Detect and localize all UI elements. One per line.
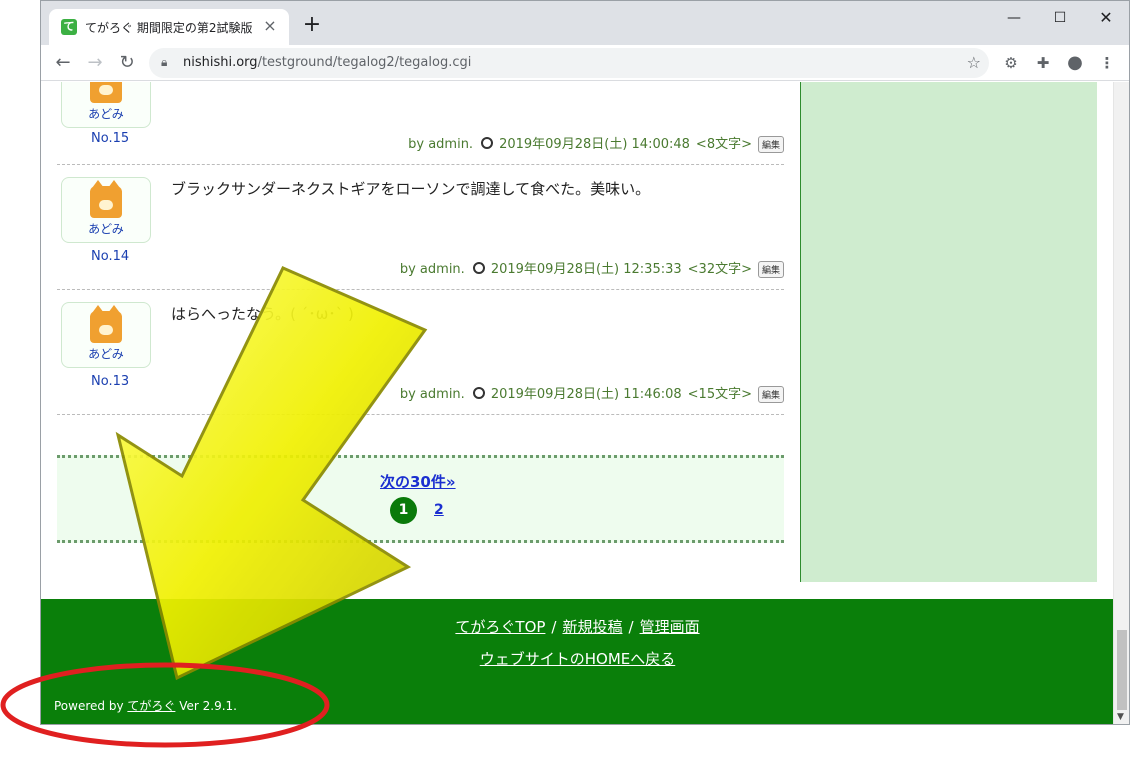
- avatar-name: あどみ: [88, 222, 124, 236]
- url-text: nishishi.org/testground/tegalog2/tegalog…: [183, 55, 471, 70]
- footer-link-new-post[interactable]: 新規投稿: [562, 618, 622, 636]
- browser-window: て てがろぐ 期間限定の第2試験版 × + — ☐ ✕ ← → ↻ 🔒︎ nis…: [40, 0, 1130, 725]
- scrollbar[interactable]: ▼: [1113, 82, 1129, 724]
- tab-title: てがろぐ 期間限定の第2試験版: [85, 21, 253, 35]
- avatar[interactable]: あどみ: [61, 177, 151, 243]
- footer-links: てがろぐTOP / 新規投稿 / 管理画面: [41, 616, 1114, 637]
- powered-by: Powered by てがろぐ Ver 2.9.1.: [54, 697, 237, 714]
- profile-icon[interactable]: ●: [1063, 51, 1087, 75]
- powered-prefix: Powered by: [54, 699, 124, 713]
- char-count: <8文字>: [695, 137, 752, 152]
- cat-avatar-icon: [90, 305, 122, 343]
- post-author[interactable]: by admin.: [408, 137, 473, 152]
- cat-avatar-icon: [90, 180, 122, 218]
- cat-avatar-icon: [90, 82, 122, 103]
- next-page-link[interactable]: 次の30件»: [380, 471, 456, 492]
- post-meta: by admin. 2019年09月28日(土) 12:35:33 <32文字> 編集: [400, 258, 784, 278]
- favicon-icon: て: [61, 19, 77, 35]
- footer-link-top[interactable]: てがろぐTOP: [455, 618, 545, 636]
- separator: /: [628, 618, 634, 636]
- avatar[interactable]: あどみ: [61, 82, 151, 128]
- post-datetime[interactable]: 2019年09月28日(土) 12:35:33: [491, 262, 682, 277]
- avatar-name: あどみ: [88, 107, 124, 121]
- minimize-button[interactable]: —: [991, 3, 1037, 33]
- sidebar: [800, 82, 1097, 582]
- browser-tab[interactable]: て てがろぐ 期間限定の第2試験版 ×: [49, 9, 289, 45]
- post-meta: by admin. 2019年09月28日(土) 11:46:08 <15文字> 編集: [400, 383, 784, 403]
- post-number-link[interactable]: No.13: [91, 374, 129, 389]
- char-count: <32文字>: [687, 262, 752, 277]
- clock-icon: [472, 387, 485, 399]
- post-body: はらへったなう。( ´･ω･` ): [171, 305, 354, 323]
- powered-link[interactable]: てがろぐ: [127, 699, 175, 713]
- edit-button[interactable]: 編集: [757, 261, 784, 278]
- puzzle-icon[interactable]: ✚: [1031, 51, 1055, 75]
- clock-icon: [472, 262, 485, 274]
- edit-button[interactable]: 編集: [757, 386, 784, 403]
- maximize-button[interactable]: ☐: [1037, 3, 1083, 33]
- tab-bar: て てがろぐ 期間限定の第2試験版 × + — ☐ ✕: [41, 1, 1129, 45]
- pagination: 次の30件» 1 2: [57, 455, 784, 543]
- clock-icon: [481, 137, 494, 149]
- close-window-button[interactable]: ✕: [1083, 3, 1129, 33]
- edit-button[interactable]: 編集: [757, 136, 784, 153]
- post-item: あどみ No.15 by admin. 2019年09月28日(土) 14:00:…: [57, 82, 784, 165]
- post-datetime[interactable]: 2019年09月28日(土) 11:46:08: [491, 387, 682, 402]
- post-number-link[interactable]: No.15: [91, 131, 129, 146]
- page-2-link[interactable]: 2: [434, 502, 444, 518]
- post-item: あどみ No.13 はらへったなう。( ´･ω･` ) by admin. 201…: [57, 290, 784, 415]
- separator: /: [551, 618, 557, 636]
- post-item: あどみ No.14 ブラックサンダーネクストギアをローソンで調達して食べた。美味…: [57, 165, 784, 290]
- menu-icon[interactable]: ⋮: [1095, 51, 1119, 75]
- avatar-name: あどみ: [88, 347, 124, 361]
- reload-icon[interactable]: ↻: [113, 49, 141, 77]
- post-meta: by admin. 2019年09月28日(土) 14:00:48 <8文字> 編集: [408, 133, 784, 153]
- close-tab-icon[interactable]: ×: [259, 15, 281, 37]
- new-tab-button[interactable]: +: [299, 13, 325, 39]
- browser-toolbar: ← → ↻ 🔒︎ nishishi.org/testground/tegalog…: [41, 45, 1129, 81]
- gear-icon[interactable]: ⚙: [999, 51, 1023, 75]
- scroll-thumb[interactable]: [1117, 630, 1127, 710]
- post-number-link[interactable]: No.14: [91, 249, 129, 264]
- footer: てがろぐTOP / 新規投稿 / 管理画面 ウェブサイトのHOMEへ戻る Powered…: [41, 599, 1114, 724]
- post-body: ブラックサンダーネクストギアをローソンで調達して食べた。美味い。: [171, 180, 651, 198]
- forward-icon[interactable]: →: [81, 49, 109, 77]
- url-host: nishishi.org: [183, 55, 258, 70]
- powered-version: Ver 2.9.1.: [179, 699, 237, 713]
- footer-link-home[interactable]: ウェブサイトのHOMEへ戻る: [480, 650, 676, 668]
- page-viewport: あどみ No.15 by admin. 2019年09月28日(土) 14:00:…: [41, 82, 1114, 724]
- lock-icon[interactable]: 🔒︎: [161, 55, 167, 70]
- footer-link-admin[interactable]: 管理画面: [640, 618, 700, 636]
- footer-home-row: ウェブサイトのHOMEへ戻る: [41, 648, 1114, 669]
- post-author[interactable]: by admin.: [400, 262, 465, 277]
- avatar[interactable]: あどみ: [61, 302, 151, 368]
- address-bar[interactable]: 🔒︎ nishishi.org/testground/tegalog2/tega…: [149, 48, 989, 78]
- back-icon[interactable]: ←: [49, 49, 77, 77]
- char-count: <15文字>: [687, 387, 752, 402]
- star-icon[interactable]: ☆: [967, 53, 981, 72]
- scroll-down-icon[interactable]: ▼: [1117, 712, 1124, 722]
- url-path: /testground/tegalog2/tegalog.cgi: [257, 55, 472, 70]
- post-datetime[interactable]: 2019年09月28日(土) 14:00:48: [499, 137, 690, 152]
- post-author[interactable]: by admin.: [400, 387, 465, 402]
- current-page-badge: 1: [390, 497, 417, 524]
